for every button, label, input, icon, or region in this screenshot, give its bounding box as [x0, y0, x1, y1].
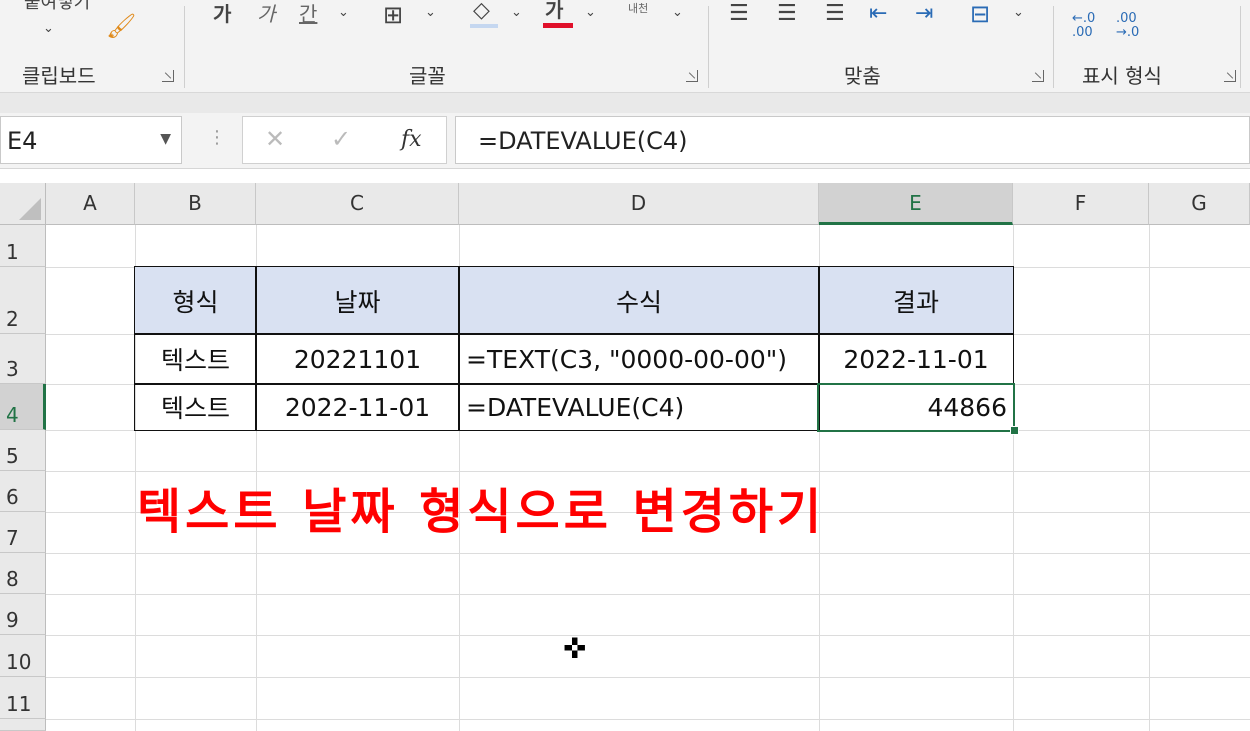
formula-bar-grip-icon: ⋮ [208, 127, 226, 148]
ribbon: 붙여넣기 ⌄ 🖌 클립보드 가 가 간 ⌄ ⊞ ⌄ ◇ ⌄ 가 ⌄ 내천 ⌄ 글… [0, 0, 1250, 93]
phonetic-dropdown-chevron-icon[interactable]: ⌄ [672, 6, 683, 19]
number-dialog-launcher-icon[interactable] [1224, 70, 1236, 82]
row-header-4[interactable]: 4 [0, 384, 46, 430]
increase-decimal-button[interactable]: ←.0 .00 [1072, 12, 1102, 40]
column-header-c[interactable]: C [256, 183, 459, 225]
fill-color-dropdown-chevron-icon[interactable]: ⌄ [511, 6, 522, 19]
font-color-button[interactable]: 가 [545, 0, 563, 20]
insert-function-button[interactable]: fx [401, 127, 422, 152]
merge-dropdown-chevron-icon[interactable]: ⌄ [1013, 6, 1024, 19]
fill-handle[interactable] [1010, 426, 1019, 435]
formula-input-text: =DATEVALUE(C4) [478, 127, 688, 155]
italic-button[interactable]: 가 [257, 4, 275, 24]
row-header-11[interactable]: 11 [0, 677, 46, 719]
select-all-button[interactable] [0, 183, 46, 225]
increase-indent-icon[interactable]: ⇥ [915, 3, 933, 25]
name-box[interactable]: E4 ▼ [0, 116, 182, 164]
borders-dropdown-chevron-icon[interactable]: ⌄ [425, 6, 436, 19]
format-painter-icon[interactable]: 🖌 [106, 14, 136, 38]
row-header-7[interactable]: 7 [0, 512, 46, 553]
clipboard-group-label: 클립보드 [22, 64, 96, 88]
name-box-dropdown-icon[interactable]: ▼ [160, 131, 171, 147]
number-group: ←.0 .00 .00 →.0 표시 형식 [1054, 0, 1250, 92]
worksheet-grid: A B C D E F G 1 2 3 4 5 6 7 8 9 10 11 형식… [0, 183, 1250, 731]
font-color-dropdown-chevron-icon[interactable]: ⌄ [585, 6, 596, 19]
alignment-dialog-launcher-icon[interactable] [1032, 70, 1044, 82]
column-header-a[interactable]: A [46, 183, 135, 225]
align-left-icon[interactable]: ☰ [729, 3, 749, 25]
underline-button[interactable]: 간 [299, 4, 317, 24]
column-header-d[interactable]: D [459, 183, 819, 225]
bold-button[interactable]: 가 [213, 4, 231, 24]
align-center-icon[interactable]: ☰ [777, 3, 797, 25]
formula-bar: E4 ▼ ⋮ ✕ ✓ fx =DATEVALUE(C4) [0, 113, 1250, 169]
row-header-6[interactable]: 6 [0, 471, 46, 512]
phonetic-guide-button[interactable]: 내천 [628, 0, 648, 16]
merge-center-icon[interactable]: ⊟ [970, 2, 990, 26]
paste-button-label[interactable]: 붙여넣기 [24, 0, 90, 14]
row-header-1[interactable]: 1 [0, 225, 46, 267]
column-header-e[interactable]: E [819, 183, 1013, 225]
clipboard-dialog-launcher-icon[interactable] [162, 70, 174, 82]
decrease-decimal-button[interactable]: .00 →.0 [1116, 12, 1146, 40]
ribbon-bottom-strip [0, 93, 1250, 113]
row-header-2[interactable]: 2 [0, 267, 46, 334]
cell-cursor-icon: ✜ [563, 632, 587, 665]
active-cell-selection [817, 383, 1015, 432]
cancel-icon[interactable]: ✕ [265, 125, 285, 153]
row-header-9[interactable]: 9 [0, 594, 46, 635]
row-header-10[interactable]: 10 [0, 635, 46, 677]
font-dialog-launcher-icon[interactable] [686, 70, 698, 82]
row-header-12-partial [0, 719, 46, 731]
font-group-label: 글꼴 [409, 64, 446, 88]
name-box-value: E4 [7, 127, 38, 155]
column-header-f[interactable]: F [1013, 183, 1149, 225]
clipboard-group: 붙여넣기 ⌄ 🖌 클립보드 [0, 0, 183, 92]
formula-input[interactable]: =DATEVALUE(C4) [455, 116, 1250, 164]
formula-buttons: ✕ ✓ fx [242, 116, 447, 164]
column-header-g[interactable]: G [1149, 183, 1250, 225]
overlay-title: 텍스트 날짜 형식으로 변경하기 [137, 484, 826, 540]
decrease-indent-icon[interactable]: ⇤ [869, 3, 887, 25]
paste-dropdown-chevron-icon[interactable]: ⌄ [43, 22, 54, 35]
alignment-group: ☰ ☰ ☰ ⇤ ⇥ ⊟ ⌄ 맞춤 [709, 0, 1052, 92]
underline-dropdown-chevron-icon[interactable]: ⌄ [338, 6, 349, 19]
number-format-group-label: 표시 형식 [1082, 64, 1162, 88]
row-header-8[interactable]: 8 [0, 553, 46, 594]
enter-icon[interactable]: ✓ [331, 125, 351, 153]
alignment-group-label: 맞춤 [844, 64, 881, 88]
font-group: 가 가 간 ⌄ ⊞ ⌄ ◇ ⌄ 가 ⌄ 내천 ⌄ 글꼴 [185, 0, 707, 92]
fill-color-icon[interactable]: ◇ [473, 0, 490, 22]
borders-icon[interactable]: ⊞ [383, 3, 403, 27]
row-header-3[interactable]: 3 [0, 334, 46, 384]
align-right-icon[interactable]: ☰ [825, 3, 845, 25]
column-header-b[interactable]: B [135, 183, 256, 225]
row-header-5[interactable]: 5 [0, 430, 46, 471]
